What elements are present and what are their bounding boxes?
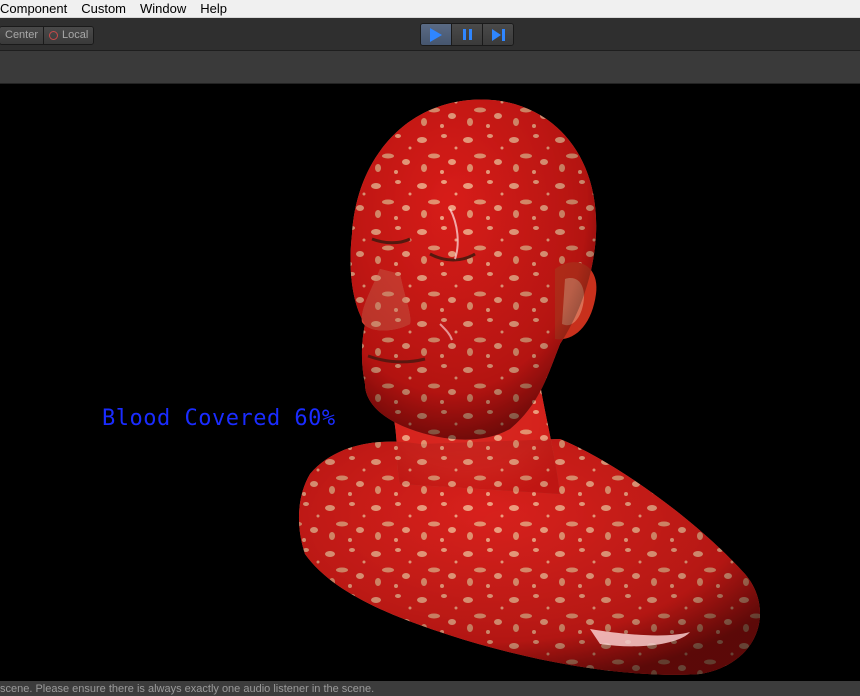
scene-view-toolbar [0,51,860,84]
menu-help[interactable]: Help [193,0,234,17]
step-icon [491,28,505,41]
play-button[interactable] [421,24,451,45]
bloody-head-model [298,99,760,675]
pause-icon [462,29,472,40]
blood-coverage-label: Blood Covered 60% [102,406,336,431]
menu-bar: Component Custom Window Help [0,0,860,18]
pivot-center-label: Center [5,29,39,41]
menu-window[interactable]: Window [133,0,193,17]
space-local-button[interactable]: Local [43,27,94,44]
play-icon [430,27,442,42]
local-space-icon [49,31,59,40]
menu-component[interactable]: Component [0,0,74,17]
playback-controls [420,23,514,46]
menu-custom[interactable]: Custom [74,0,133,17]
space-local-label: Local [62,29,89,41]
game-viewport[interactable]: Blood Covered 60% [0,84,860,681]
toolbar: Center Local [0,18,860,51]
status-message: scene. Please ensure there is always exa… [0,683,375,695]
step-button[interactable] [482,24,513,45]
console-status-bar[interactable]: scene. Please ensure there is always exa… [0,681,860,696]
pause-button[interactable] [451,24,482,45]
pivot-center-button[interactable]: Center [0,27,44,44]
pivot-toggle-group: Center Local [0,26,95,45]
